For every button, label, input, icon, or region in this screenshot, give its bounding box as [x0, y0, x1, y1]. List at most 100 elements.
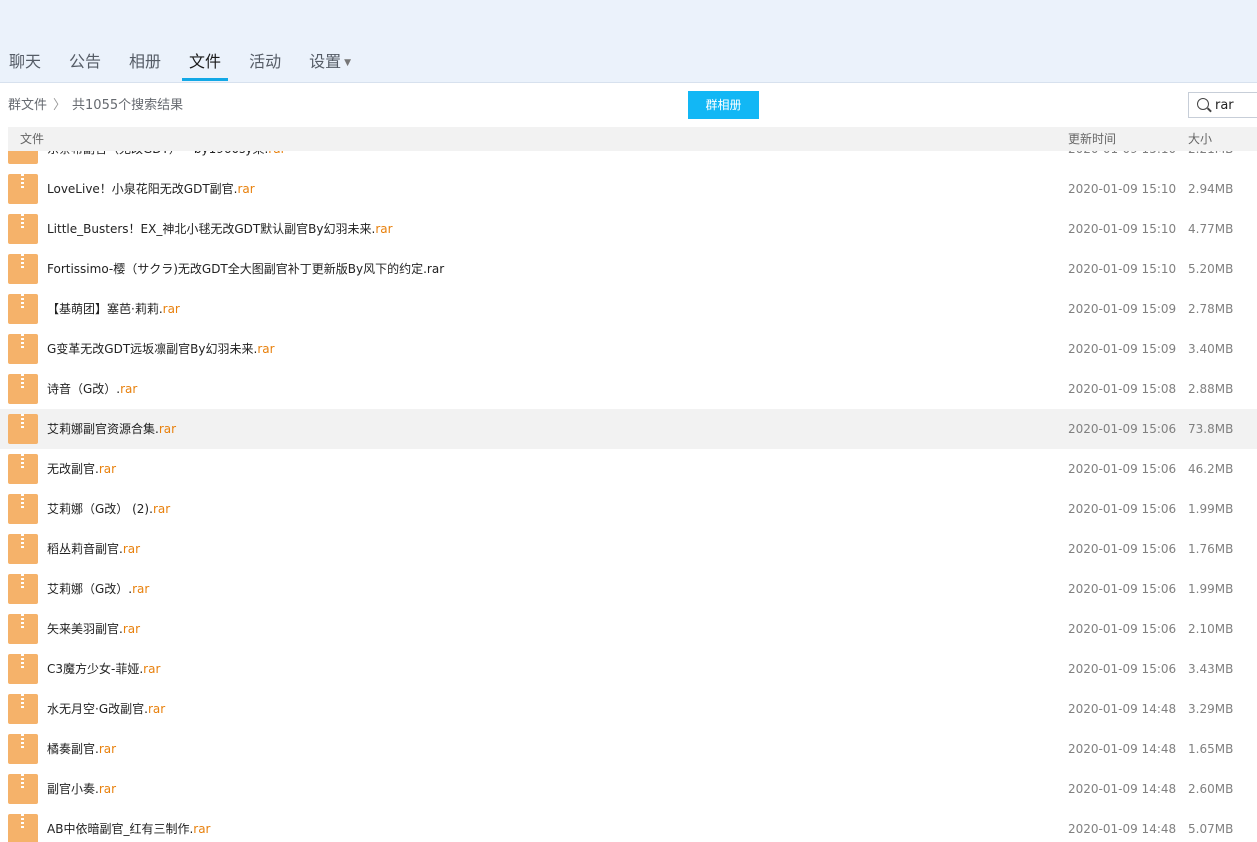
zipper-icon — [21, 614, 24, 628]
tab-settings[interactable]: 设置 ▼ — [300, 45, 360, 82]
tab-files[interactable]: 文件 — [180, 45, 230, 82]
file-name[interactable]: 矢来美羽副官.rar — [47, 609, 140, 649]
file-name-base: 副官小奏. — [47, 782, 99, 796]
file-name[interactable]: 稻丛莉音副官.rar — [47, 529, 140, 569]
table-row[interactable]: G变革无改GDT远坂凛副官By幻羽未来.rar 2020-01-09 15:09 3… — [0, 329, 1257, 369]
table-row[interactable]: Little_Busters！EX_神北小毬无改GDT默认副官By幻羽未来.ra… — [0, 209, 1257, 249]
file-size: 5.07MB — [1188, 822, 1234, 836]
column-header-size[interactable]: 大小 — [1188, 127, 1212, 151]
archive-file-icon — [8, 414, 38, 444]
file-name-ext: rar — [147, 702, 166, 716]
file-time: 2020-01-09 14:48 — [1068, 822, 1177, 836]
file-size: 3.43MB — [1188, 662, 1234, 676]
file-time: 2020-01-09 15:10 — [1068, 222, 1177, 236]
file-name[interactable]: G变革无改GDT远坂凛副官By幻羽未来.rar — [47, 329, 275, 369]
file-name[interactable]: 东条希副官（无改GDT）---by1960sy果.rar — [47, 151, 286, 169]
archive-file-icon — [8, 774, 38, 804]
tab-activity[interactable]: 活动 — [240, 45, 290, 82]
breadcrumb-root-link[interactable]: 群文件 — [8, 98, 47, 113]
file-name-base: 稻丛莉音副官. — [47, 542, 123, 556]
file-time: 2020-01-09 15:06 — [1068, 462, 1177, 476]
file-name[interactable]: AB中依暗副官_红有三制作.rar — [47, 809, 211, 842]
file-size: 5.20MB — [1188, 262, 1234, 276]
table-row[interactable]: 副官小奏.rar 2020-01-09 14:48 2.60MB — [0, 769, 1257, 809]
tab-notice[interactable]: 公告 — [60, 45, 110, 82]
column-header-name[interactable]: 文件 — [20, 127, 44, 151]
tab-chat[interactable]: 聊天 — [0, 45, 50, 82]
file-time: 2020-01-09 15:06 — [1068, 502, 1177, 516]
search-input[interactable] — [1215, 96, 1257, 114]
file-name[interactable]: 艾莉娜（G改）.rar — [47, 569, 149, 609]
file-size: 2.10MB — [1188, 622, 1234, 636]
file-time: 2020-01-09 14:48 — [1068, 702, 1177, 716]
file-list-rows: 东条希副官（无改GDT）---by1960sy果.rar 2020-01-09 1… — [0, 151, 1257, 842]
table-row[interactable]: Fortissimo-樱（サクラ)无改GDT全大图副官补丁更新版By风下的约定.… — [0, 249, 1257, 289]
file-name-ext: rar — [122, 622, 141, 636]
archive-file-icon — [8, 254, 38, 284]
table-row[interactable]: 水无月空·G改副官.rar 2020-01-09 14:48 3.29MB — [0, 689, 1257, 729]
zipper-icon — [21, 814, 24, 828]
archive-file-icon — [8, 151, 38, 164]
file-name-ext: rar — [152, 502, 171, 516]
file-name-ext: rar — [158, 422, 177, 436]
file-size: 1.65MB — [1188, 742, 1234, 756]
table-row[interactable]: C3魔方少女-菲娅.rar 2020-01-09 15:06 3.43MB — [0, 649, 1257, 689]
archive-file-icon — [8, 214, 38, 244]
file-name-base: 无改副官. — [47, 462, 99, 476]
file-size: 1.99MB — [1188, 502, 1234, 516]
table-row[interactable]: LoveLive！小泉花阳无改GDT副官.rar 2020-01-09 15:10… — [0, 169, 1257, 209]
file-time: 2020-01-09 15:09 — [1068, 342, 1177, 356]
search-box[interactable] — [1188, 92, 1257, 118]
file-name-base: 艾莉娜副官资源合集. — [47, 422, 159, 436]
file-name[interactable]: 【基萌团】塞芭·莉莉.rar — [47, 289, 180, 329]
file-name[interactable]: 诗音（G改）.rar — [47, 369, 137, 409]
column-header-time[interactable]: 更新时间 — [1068, 127, 1116, 151]
caret-down-icon: ▼ — [344, 58, 352, 68]
archive-file-icon — [8, 574, 38, 604]
file-name[interactable]: 橘奏副官.rar — [47, 729, 116, 769]
file-time: 2020-01-09 14:48 — [1068, 742, 1177, 756]
table-row[interactable]: 艾莉娜副官资源合集.rar 2020-01-09 15:06 73.8MB — [0, 409, 1257, 449]
file-name[interactable]: 副官小奏.rar — [47, 769, 116, 809]
file-name[interactable]: LoveLive！小泉花阳无改GDT副官.rar — [47, 169, 255, 209]
file-name[interactable]: Little_Busters！EX_神北小毬无改GDT默认副官By幻羽未来.ra… — [47, 209, 393, 249]
file-time: 2020-01-09 15:06 — [1068, 582, 1177, 596]
table-row[interactable]: AB中依暗副官_红有三制作.rar 2020-01-09 14:48 5.07MB — [0, 809, 1257, 842]
file-name[interactable]: 水无月空·G改副官.rar — [47, 689, 165, 729]
tab-album[interactable]: 相册 — [120, 45, 170, 82]
file-list[interactable]: 东条希副官（无改GDT）---by1960sy果.rar 2020-01-09 1… — [0, 151, 1257, 842]
file-name-ext: rar — [268, 151, 285, 156]
table-row[interactable]: 艾莉娜（G改） (2).rar 2020-01-09 15:06 1.99MB — [0, 489, 1257, 529]
archive-file-icon — [8, 534, 38, 564]
file-name[interactable]: 无改副官.rar — [47, 449, 116, 489]
table-row[interactable]: 东条希副官（无改GDT）---by1960sy果.rar 2020-01-09 1… — [0, 151, 1257, 169]
zipper-icon — [21, 174, 24, 188]
file-name[interactable]: 艾莉娜副官资源合集.rar — [47, 409, 176, 449]
file-time: 2020-01-09 15:06 — [1068, 622, 1177, 636]
breadcrumb-separator: 〉 — [53, 98, 67, 113]
file-name[interactable]: C3魔方少女-菲娅.rar — [47, 649, 160, 689]
file-size: 2.60MB — [1188, 782, 1234, 796]
file-name-base: 艾莉娜（G改） (2). — [47, 502, 153, 516]
file-name-ext: rar — [98, 742, 117, 756]
zipper-icon — [21, 374, 24, 388]
file-name-base: C3魔方少女-菲娅. — [47, 662, 144, 676]
table-row[interactable]: 诗音（G改）.rar 2020-01-09 15:08 2.88MB — [0, 369, 1257, 409]
group-album-button[interactable]: 群相册 — [688, 91, 759, 119]
file-name[interactable]: 艾莉娜（G改） (2).rar — [47, 489, 170, 529]
file-name-ext: rar — [98, 782, 117, 796]
table-row[interactable]: 无改副官.rar 2020-01-09 15:06 46.2MB — [0, 449, 1257, 489]
search-icon[interactable] — [1197, 98, 1209, 110]
table-row[interactable]: 艾莉娜（G改）.rar 2020-01-09 15:06 1.99MB — [0, 569, 1257, 609]
table-row[interactable]: 稻丛莉音副官.rar 2020-01-09 15:06 1.76MB — [0, 529, 1257, 569]
zipper-icon — [21, 694, 24, 708]
file-name-base: 艾莉娜（G改）. — [47, 582, 133, 596]
table-row[interactable]: 橘奏副官.rar 2020-01-09 14:48 1.65MB — [0, 729, 1257, 769]
file-name[interactable]: Fortissimo-樱（サクラ)无改GDT全大图副官补丁更新版By风下的约定.… — [47, 249, 444, 289]
zipper-icon — [21, 334, 24, 348]
file-name-base: 诗音（G改）. — [47, 382, 121, 396]
file-name-base: 橘奏副官. — [47, 742, 99, 756]
table-row[interactable]: 矢来美羽副官.rar 2020-01-09 15:06 2.10MB — [0, 609, 1257, 649]
table-row[interactable]: 【基萌团】塞芭·莉莉.rar 2020-01-09 15:09 2.78MB — [0, 289, 1257, 329]
zipper-icon — [21, 534, 24, 548]
